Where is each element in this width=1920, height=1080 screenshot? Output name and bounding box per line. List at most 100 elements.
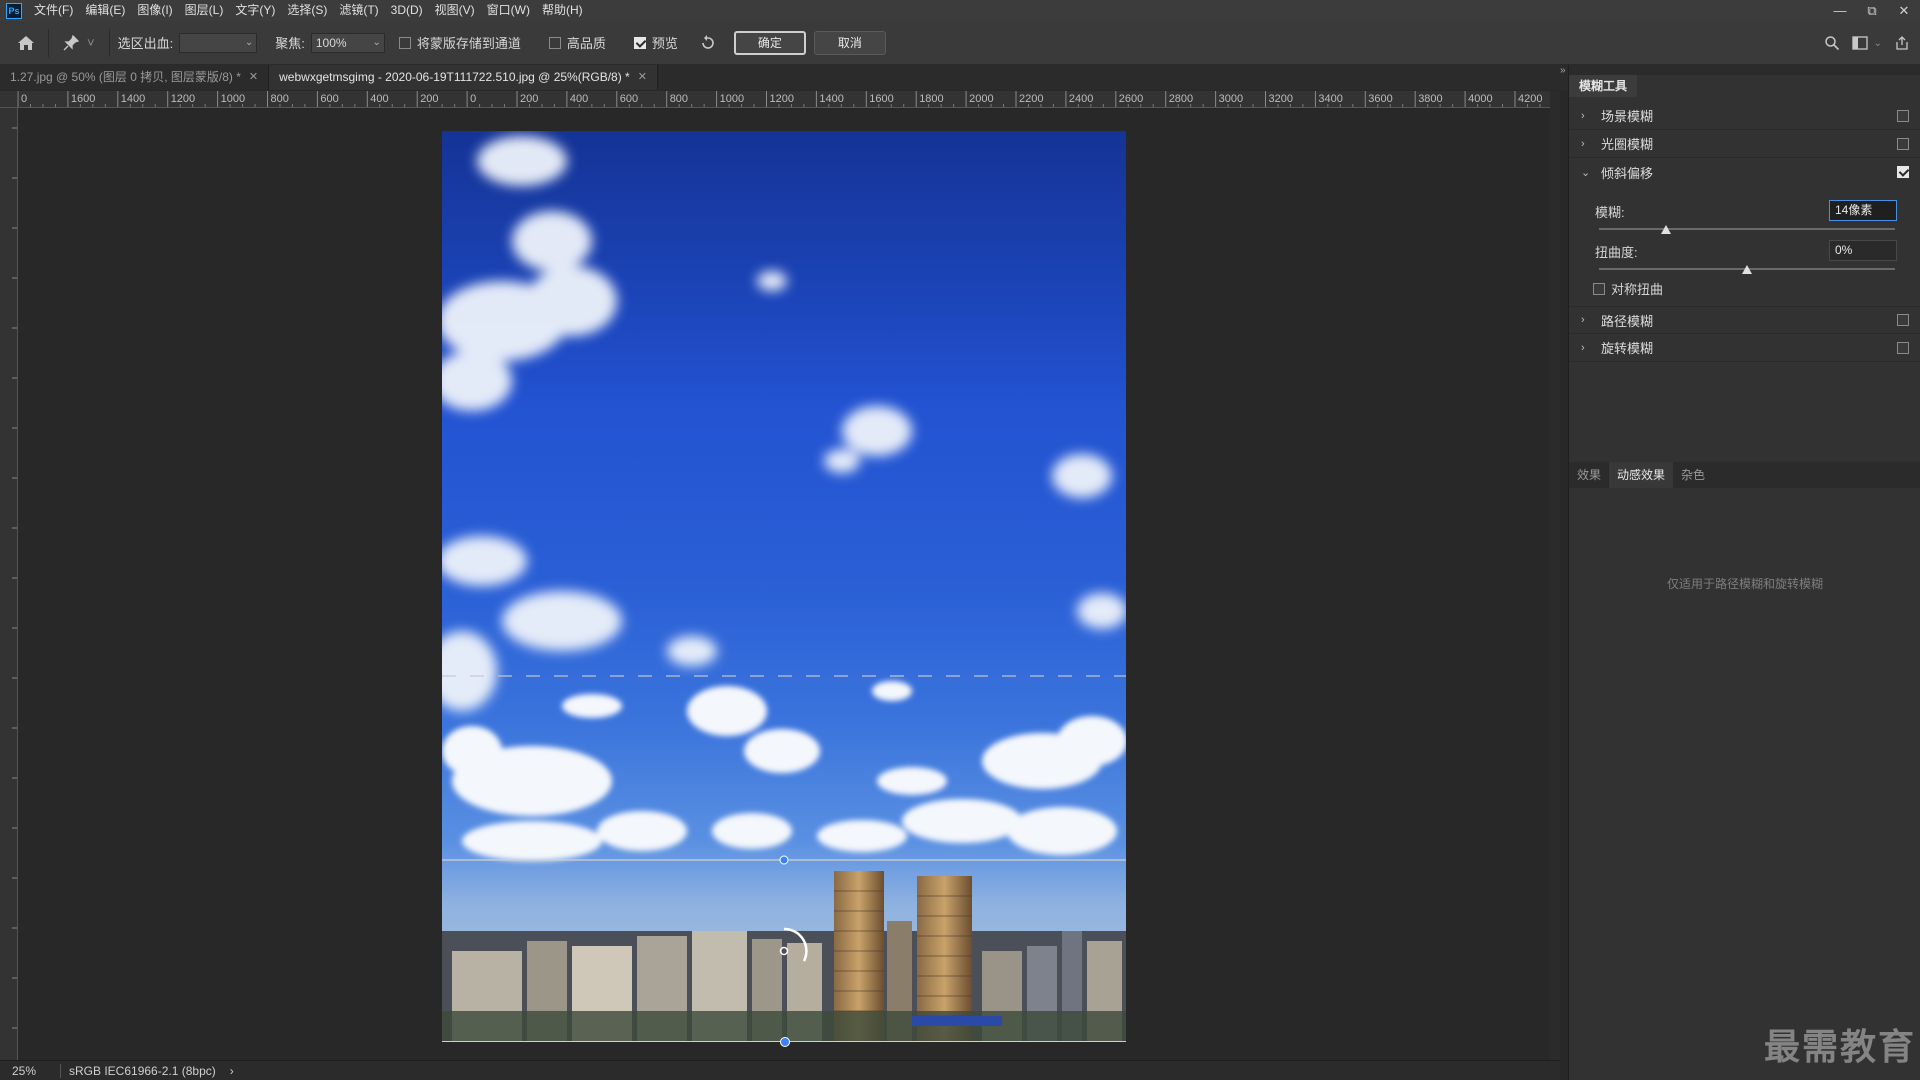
- symmetric-distortion-option[interactable]: 对称扭曲: [1593, 279, 1663, 298]
- workspace-icon[interactable]: [1846, 29, 1874, 57]
- minimize-icon[interactable]: —: [1824, 0, 1856, 21]
- high-quality-option[interactable]: 高品质: [548, 33, 612, 52]
- panel-collapse-icon[interactable]: »: [1560, 65, 1568, 90]
- high-quality-checkbox[interactable]: [548, 36, 561, 49]
- vertical-ruler[interactable]: [0, 108, 18, 1060]
- menu-3d[interactable]: 3D(D): [385, 0, 429, 21]
- horizontal-ruler[interactable]: 0 1600 1400 1200 1000 800 600 400 200 0 200 400 600 8…: [18, 91, 1550, 108]
- menu-bar: Ps 文件(F) 编辑(E) 图像(I) 图层(L) 文字(Y) 选择(S) 滤…: [0, 0, 1920, 21]
- menu-image[interactable]: 图像(I): [131, 0, 178, 21]
- tab-label: webwxgetmsgimg - 2020-06-19T111722.510.j…: [279, 70, 630, 84]
- tab-blur-tools[interactable]: 模糊工具: [1569, 75, 1638, 97]
- blur-row-label: 旋转模糊: [1601, 341, 1654, 356]
- ruler-label: 1600: [71, 93, 95, 105]
- blur-slider-track[interactable]: [1599, 228, 1895, 230]
- menu-layer[interactable]: 图层(L): [179, 0, 230, 21]
- ruler-label: 3200: [1269, 93, 1293, 105]
- chevron-right-icon: ›: [1581, 109, 1585, 122]
- status-bar: 25% sRGB IEC61966-2.1 (8bpc) ›: [0, 1060, 1560, 1080]
- ruler-label: 0: [470, 93, 476, 105]
- path-blur-checkbox[interactable]: [1897, 314, 1909, 326]
- separator: [108, 28, 110, 57]
- status-arrow-icon[interactable]: ›: [230, 1064, 234, 1078]
- ruler-label: 2600: [1119, 93, 1143, 105]
- blur-amount-input[interactable]: 14像素: [1829, 200, 1897, 221]
- focus-value: 100%: [315, 35, 347, 50]
- ruler-label: 1200: [770, 93, 794, 105]
- ruler-label: 1000: [221, 93, 245, 105]
- reset-icon[interactable]: [694, 29, 722, 57]
- close-icon[interactable]: ✕: [1888, 0, 1920, 21]
- pin-tool-icon[interactable]: [57, 29, 85, 57]
- vertical-scrollbar[interactable]: [1550, 91, 1560, 1060]
- preview-option[interactable]: 预览: [633, 33, 684, 52]
- save-mask-option[interactable]: 将蒙版存储到通道: [398, 33, 527, 52]
- ruler-label: 4200: [1518, 93, 1542, 105]
- chevron-down-icon: ⌄: [372, 36, 381, 48]
- ruler-label: 0: [21, 93, 27, 105]
- blur-row-label: 倾斜偏移: [1601, 165, 1654, 181]
- tilt-shift-checkbox[interactable]: [1897, 166, 1909, 178]
- watermark-logo: 最需教育: [1764, 1027, 1917, 1068]
- cancel-button[interactable]: 取消: [813, 30, 886, 55]
- selection-output-select[interactable]: ⌄: [179, 32, 258, 53]
- distortion-input[interactable]: 0%: [1829, 240, 1897, 261]
- tab-effects[interactable]: 效果: [1569, 462, 1609, 488]
- window-controls: — ⧉ ✕: [1824, 0, 1920, 21]
- ruler-label: 200: [520, 93, 538, 105]
- menu-window[interactable]: 窗口(W): [481, 0, 536, 21]
- chevron-right-icon: ›: [1581, 341, 1585, 354]
- chevron-right-icon: ›: [1581, 137, 1585, 150]
- iris-blur-checkbox[interactable]: [1897, 137, 1909, 150]
- ruler-label: 1800: [919, 93, 943, 105]
- spin-blur-checkbox[interactable]: [1897, 341, 1909, 354]
- restore-icon[interactable]: ⧉: [1856, 0, 1888, 21]
- menu-filter[interactable]: 滤镜(T): [333, 0, 384, 21]
- field-blur-checkbox[interactable]: [1897, 109, 1909, 122]
- ok-button[interactable]: 确定: [733, 30, 806, 55]
- menu-edit[interactable]: 编辑(E): [79, 0, 131, 21]
- menu-file[interactable]: 文件(F): [28, 0, 79, 21]
- tab-motion-effects[interactable]: 动感效果: [1609, 462, 1674, 488]
- blur-amount-label: 模糊:: [1595, 205, 1625, 220]
- home-icon[interactable]: [12, 29, 40, 57]
- focus-label: 聚焦:: [275, 36, 305, 51]
- blur-row-iris[interactable]: › 光圈模糊: [1569, 130, 1920, 158]
- tab-document-2[interactable]: webwxgetmsgimg - 2020-06-19T111722.510.j…: [269, 65, 658, 90]
- menu-select[interactable]: 选择(S): [281, 0, 333, 21]
- close-tab-icon[interactable]: ✕: [249, 65, 258, 90]
- effects-tabs: 效果 动感效果 杂色: [1569, 462, 1920, 488]
- menu-type[interactable]: 文字(Y): [229, 0, 281, 21]
- ruler-label: 400: [370, 93, 388, 105]
- ruler-label: 400: [570, 93, 588, 105]
- document-image[interactable]: [442, 131, 1126, 1042]
- preview-checkbox[interactable]: [633, 36, 646, 49]
- ruler-label: 1400: [121, 93, 145, 105]
- close-tab-icon[interactable]: ✕: [638, 65, 647, 90]
- tab-label: 1.27.jpg @ 50% (图层 0 拷贝, 图层蒙版/8) *: [10, 70, 241, 84]
- search-icon[interactable]: [1818, 29, 1846, 57]
- blur-row-spin[interactable]: › 旋转模糊: [1569, 334, 1920, 362]
- ruler-label: 3800: [1418, 93, 1442, 105]
- symmetric-distortion-checkbox[interactable]: [1593, 282, 1605, 295]
- save-mask-checkbox[interactable]: [398, 36, 411, 49]
- ruler-label: 3600: [1368, 93, 1392, 105]
- blur-row-tilt-shift[interactable]: ⌄ 倾斜偏移: [1569, 158, 1920, 186]
- share-icon[interactable]: [1888, 29, 1916, 57]
- tab-noise[interactable]: 杂色: [1673, 462, 1713, 488]
- symmetric-distortion-label: 对称扭曲: [1611, 282, 1664, 297]
- menu-view[interactable]: 视图(V): [429, 0, 481, 21]
- blur-slider-thumb[interactable]: [1661, 225, 1671, 234]
- zoom-level[interactable]: 25%: [12, 1064, 52, 1078]
- chevron-down-icon[interactable]: ⌄: [1874, 38, 1882, 49]
- document-tabs: 1.27.jpg @ 50% (图层 0 拷贝, 图层蒙版/8) * ✕ webw…: [0, 65, 1560, 90]
- blur-row-field[interactable]: › 场景模糊: [1569, 102, 1920, 130]
- menu-help[interactable]: 帮助(H): [536, 0, 589, 21]
- focus-line-handle[interactable]: [780, 1037, 790, 1047]
- ruler-ticks: [12, 127, 17, 1029]
- blur-row-path[interactable]: › 路径模糊: [1569, 306, 1920, 334]
- focus-select[interactable]: 100% ⌄: [310, 32, 385, 53]
- ruler-label: 1200: [171, 93, 195, 105]
- distortion-slider-thumb[interactable]: [1742, 265, 1752, 274]
- tab-document-1[interactable]: 1.27.jpg @ 50% (图层 0 拷贝, 图层蒙版/8) * ✕: [0, 65, 270, 90]
